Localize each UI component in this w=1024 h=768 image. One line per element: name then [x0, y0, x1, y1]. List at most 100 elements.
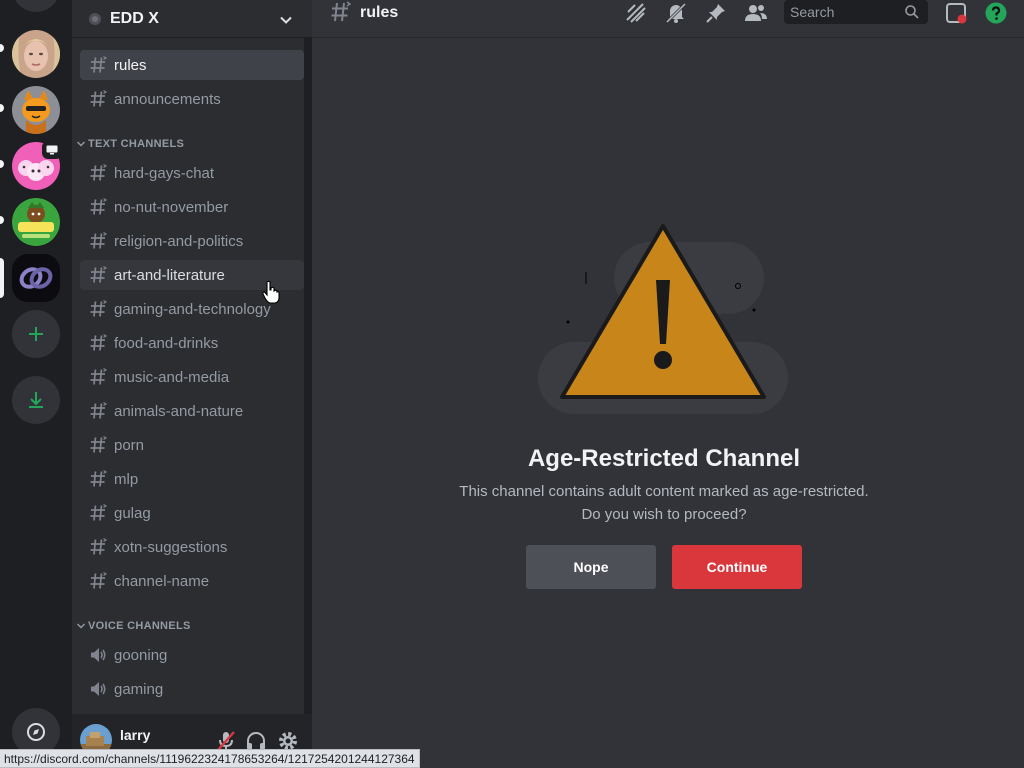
text-channel-hash-icon	[90, 503, 108, 521]
channel-item[interactable]: gaming	[80, 674, 304, 704]
unread-indicator	[0, 216, 4, 224]
channel-title: rules	[360, 4, 399, 21]
channel-label: animals-and-nature	[114, 402, 244, 420]
nope-button[interactable]: Nope	[526, 545, 656, 589]
channel-label: gooning	[114, 646, 168, 664]
server-header[interactable]: EDD X	[72, 0, 312, 38]
channel-label: gaming-and-technology	[114, 300, 271, 318]
chevron-down-icon	[77, 141, 85, 147]
unread-indicator	[0, 160, 4, 168]
text-channel-hash-icon	[90, 367, 108, 385]
text-channel-hash-icon	[90, 89, 108, 107]
text-channel-hash-icon	[90, 333, 108, 351]
channel-label: gulag	[114, 504, 151, 522]
plus-icon	[29, 327, 43, 341]
notification-bell-muted-icon[interactable]	[664, 1, 688, 25]
channel-sidebar: EDD X rules announcements TEXT CHANNELS har…	[72, 0, 312, 768]
channel-item[interactable]: porn	[80, 430, 304, 460]
chevron-down-icon	[77, 623, 85, 629]
channel-label: religion-and-politics	[114, 232, 244, 250]
text-channel-hash-icon	[90, 197, 108, 215]
search-icon	[905, 5, 919, 19]
channel-header: rules	[312, 0, 1024, 38]
channel-item[interactable]: religion-and-politics	[80, 226, 304, 256]
channel-item[interactable]: animals-and-nature	[80, 396, 304, 426]
channel-label: xotn-suggestions	[114, 538, 228, 556]
text-channel-hash-icon	[90, 231, 108, 249]
channel-item[interactable]: rules	[80, 50, 304, 80]
server-icon-vegans[interactable]	[12, 198, 60, 246]
channel-item[interactable]: announcements	[80, 84, 304, 114]
pin-icon[interactable]	[704, 1, 728, 25]
channel-label: channel-name	[114, 572, 210, 590]
channel-item[interactable]: gulag	[80, 498, 304, 528]
add-server-button[interactable]	[12, 310, 60, 358]
chevron-down-icon	[280, 16, 292, 24]
screen-share-badge-icon	[42, 141, 62, 159]
text-channel-hash-icon	[331, 1, 352, 22]
help-icon[interactable]	[984, 1, 1008, 25]
gate-description-line-1: This channel contains adult content mark…	[459, 483, 869, 500]
server-icon-edd-x[interactable]	[12, 254, 60, 302]
selected-server-indicator	[0, 258, 4, 298]
channel-label: porn	[114, 436, 145, 454]
inbox-icon[interactable]	[944, 1, 968, 25]
channel-item[interactable]: gooning	[80, 640, 304, 670]
channel-item[interactable]: food-and-drinks	[80, 328, 304, 358]
discord-window: EDD X rules announcements TEXT CHANNELS har…	[0, 0, 1024, 768]
server-icon-portrait[interactable]	[12, 30, 60, 78]
channel-item[interactable]: mlp	[80, 464, 304, 494]
gate-title: Age-Restricted Channel	[527, 445, 801, 472]
status-bar-url: https://discord.com/channels/11196223241…	[0, 749, 420, 768]
download-apps-button[interactable]	[12, 376, 60, 424]
continue-button[interactable]: Continue	[672, 545, 802, 589]
gate-description-line-2: Do you wish to proceed?	[581, 506, 747, 523]
compass-icon	[27, 723, 45, 741]
text-channel-hash-icon	[90, 401, 108, 419]
text-channel-hash-icon	[90, 265, 108, 283]
sidebar-scrollbar[interactable]	[304, 38, 312, 714]
channel-label: announcements	[114, 90, 221, 108]
voice-channel-speaker-icon	[91, 682, 106, 696]
home-button[interactable]	[12, 0, 60, 12]
channel-item[interactable]: no-nut-november	[80, 192, 304, 222]
channel-item[interactable]: channel-name	[80, 566, 304, 596]
channel-label: art-and-literature	[114, 266, 225, 284]
channel-item[interactable]: hard-gays-chat	[80, 158, 304, 188]
server-boost-icon	[89, 12, 101, 25]
channel-category[interactable]: TEXT CHANNELS	[76, 135, 184, 153]
channel-label: no-nut-november	[114, 198, 229, 216]
channel-item[interactable]: music-and-media	[80, 362, 304, 392]
server-rail	[0, 0, 72, 768]
server-name: EDD X	[110, 9, 159, 27]
threads-icon[interactable]	[624, 1, 648, 25]
channel-category[interactable]: VOICE CHANNELS	[76, 617, 191, 635]
members-icon[interactable]	[744, 1, 768, 25]
channel-label: mlp	[114, 470, 139, 488]
unread-indicator	[0, 44, 4, 52]
hand-pointer-cursor-icon	[262, 280, 280, 304]
warning-icon	[538, 224, 788, 414]
channel-item[interactable]: xotn-suggestions	[80, 532, 304, 562]
channel-label: food-and-drinks	[114, 334, 219, 352]
download-icon	[29, 392, 43, 408]
text-channel-hash-icon	[90, 163, 108, 181]
text-channel-hash-icon	[90, 299, 108, 317]
search-input[interactable]	[790, 4, 900, 20]
server-icon-cartoon[interactable]	[12, 86, 60, 134]
text-channel-hash-icon	[90, 571, 108, 589]
voice-channel-speaker-icon	[91, 648, 106, 662]
user-name: larry	[120, 727, 151, 743]
search-bar[interactable]	[784, 0, 928, 24]
text-channel-hash-icon	[90, 537, 108, 555]
channel-label: hard-gays-chat	[114, 164, 215, 182]
channel-label: music-and-media	[114, 368, 230, 386]
channel-label: rules	[114, 56, 147, 74]
text-channel-hash-icon	[90, 55, 108, 73]
category-label: VOICE CHANNELS	[88, 620, 191, 632]
age-gate: Age-Restricted Channel This channel cont…	[312, 39, 1024, 768]
text-channel-hash-icon	[90, 469, 108, 487]
category-label: TEXT CHANNELS	[88, 138, 185, 150]
text-channel-hash-icon	[90, 435, 108, 453]
channel-label: gaming	[114, 680, 164, 698]
